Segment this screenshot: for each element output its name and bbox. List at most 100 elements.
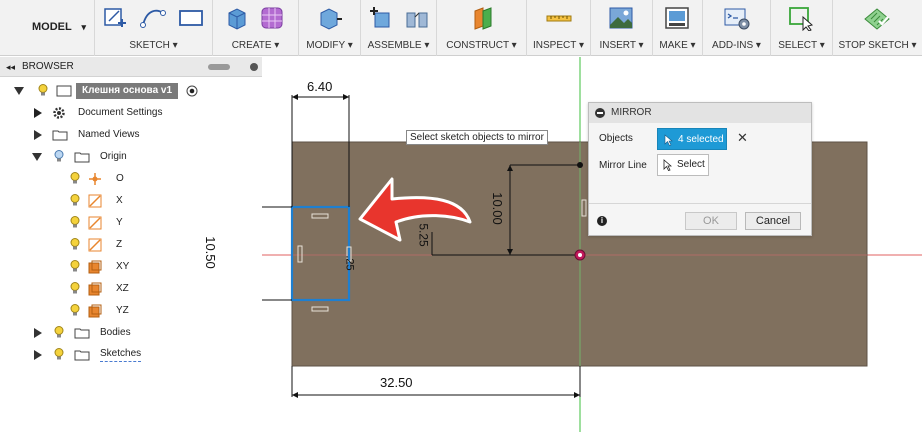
browser-item-xy-plane[interactable]: XY (0, 257, 262, 277)
plane-icon (88, 282, 102, 296)
objects-selection-button[interactable]: 4 selected (657, 128, 727, 150)
selection-tooltip: Select sketch objects to mirror (406, 130, 548, 145)
expand-triangle-icon[interactable] (14, 87, 24, 95)
visibility-bulb-icon[interactable] (70, 194, 80, 206)
toolbar-group-addins[interactable]: ADD-INS ▾ (702, 0, 770, 56)
scripts-addins-icon[interactable] (723, 5, 751, 31)
browser-item-x-axis[interactable]: X (0, 191, 262, 211)
visibility-bulb-icon[interactable] (54, 326, 64, 338)
form-icon[interactable] (259, 5, 287, 31)
dimension-label-height-left[interactable]: 10.50 (203, 236, 218, 269)
sketch-point[interactable] (577, 162, 583, 168)
axis-icon (88, 238, 102, 252)
toolbar-group-stop-sketch[interactable]: STOP SKETCH ▾ (832, 0, 922, 56)
select-icon[interactable] (787, 5, 815, 31)
expand-triangle-icon[interactable] (34, 130, 42, 140)
construct-menu-label: CONSTRUCT ▾ (446, 40, 517, 51)
insert-image-icon[interactable] (607, 5, 635, 31)
toolbar-group-make[interactable]: MAKE ▾ (652, 0, 702, 56)
create-sketch-icon[interactable] (101, 5, 129, 31)
toolbar-group-assemble[interactable]: ASSEMBLE ▾ (360, 0, 436, 56)
dimension-label-height-mid[interactable]: 10.00 (490, 192, 505, 225)
visibility-bulb-icon[interactable] (54, 150, 64, 162)
browser-item-origin-point[interactable]: O (0, 169, 262, 189)
clear-selection-icon[interactable]: ✕ (737, 130, 748, 146)
visibility-bulb-icon[interactable] (70, 282, 80, 294)
browser-item-named-views[interactable]: Named Views (0, 125, 262, 145)
activate-radio-icon[interactable] (186, 85, 198, 97)
dimension-label-width-top[interactable]: 6.40 (307, 79, 332, 94)
mirror-dialog-footer: i OK Cancel (589, 203, 811, 235)
toolbar-group-sketch[interactable]: SKETCH ▾ (94, 0, 212, 56)
joint-icon[interactable] (403, 5, 431, 31)
toolbar-group-construct[interactable]: CONSTRUCT ▾ (436, 0, 526, 56)
panel-resize-handle[interactable] (208, 64, 230, 70)
workspace-mode-dropdown[interactable]: MODEL ▾ (8, 16, 92, 38)
browser-item-label: XY (116, 261, 130, 272)
ok-button[interactable]: OK (685, 212, 737, 230)
browser-item-label: Named Views (78, 129, 140, 140)
dimension-label-small-b[interactable]: .25 (344, 255, 356, 270)
browser-item-yz-plane[interactable]: YZ (0, 301, 262, 321)
cancel-button[interactable]: Cancel (745, 212, 801, 230)
plane-icon (88, 260, 102, 274)
visibility-bulb-icon[interactable] (54, 348, 64, 360)
measure-icon[interactable] (545, 5, 573, 31)
visibility-bulb-icon[interactable] (70, 172, 80, 184)
chevron-down-icon: ▾ (81, 22, 86, 32)
browser-item-y-axis[interactable]: Y (0, 213, 262, 233)
objects-selection-count: 4 selected (678, 134, 724, 145)
info-icon[interactable]: i (597, 216, 607, 226)
insert-menu-label: INSERT ▾ (599, 40, 644, 51)
toolbar-group-create[interactable]: CREATE ▾ (212, 0, 298, 56)
toolbar-group-select[interactable]: SELECT ▾ (770, 0, 832, 56)
addins-menu-label: ADD-INS ▾ (712, 40, 761, 51)
collapse-dialog-icon[interactable] (595, 108, 605, 118)
mirror-line-select-button[interactable]: Select (657, 154, 709, 176)
browser-item-xz-plane[interactable]: XZ (0, 279, 262, 299)
browser-item-z-axis[interactable]: Z (0, 235, 262, 255)
folder-icon (74, 350, 90, 361)
browser-header: ◂◂ BROWSER (0, 57, 262, 77)
browser-item-sketches[interactable]: Sketches (0, 345, 262, 365)
mirror-dialog-header[interactable]: MIRROR (589, 103, 811, 123)
visibility-bulb-icon[interactable] (70, 216, 80, 228)
collapse-panel-icon[interactable]: ◂◂ (6, 57, 15, 77)
extrude-icon[interactable] (223, 5, 251, 31)
visibility-bulb-icon[interactable] (38, 84, 48, 96)
rectangle-icon[interactable] (177, 5, 205, 31)
select-menu-label: SELECT ▾ (778, 40, 825, 51)
cursor-arrow-icon (664, 134, 673, 146)
axis-icon (88, 194, 102, 208)
pin-icon[interactable] (250, 63, 258, 71)
finish-sketch-icon[interactable] (863, 5, 891, 31)
expand-triangle-icon[interactable] (34, 350, 42, 360)
browser-item-label: X (116, 195, 123, 206)
press-pull-icon[interactable] (315, 5, 343, 31)
toolbar-group-inspect[interactable]: INSPECT ▾ (526, 0, 590, 56)
offset-plane-icon[interactable] (469, 5, 497, 31)
browser-item-label: Z (116, 239, 123, 250)
line-icon[interactable] (139, 5, 167, 31)
expand-triangle-icon[interactable] (32, 153, 42, 161)
browser-item-origin[interactable]: Origin (0, 147, 262, 167)
toolbar-group-insert[interactable]: INSERT ▾ (590, 0, 652, 56)
browser-item-bodies[interactable]: Bodies (0, 323, 262, 343)
visibility-bulb-icon[interactable] (70, 260, 80, 272)
visibility-bulb-icon[interactable] (70, 304, 80, 316)
toolbar-group-modify[interactable]: MODIFY ▾ (298, 0, 360, 56)
expand-triangle-icon[interactable] (34, 328, 42, 338)
workspace-mode-label: MODEL (32, 21, 72, 33)
dimension-label-small-a[interactable]: 5.25 (417, 223, 431, 246)
visibility-bulb-icon[interactable] (70, 238, 80, 250)
browser-item-label: Y (116, 217, 123, 228)
dimension-label-width-bottom[interactable]: 32.50 (380, 375, 413, 390)
expand-triangle-icon[interactable] (34, 108, 42, 118)
browser-item-label: Sketches (100, 347, 142, 362)
browser-item-label: YZ (116, 305, 129, 316)
browser-item-document-settings[interactable]: Document Settings (0, 103, 262, 123)
browser-root-row[interactable]: Клешня основа v1 (0, 81, 262, 101)
mirror-dialog: MIRROR Objects 4 selected ✕ Mirror Line … (588, 102, 812, 236)
new-component-icon[interactable] (367, 5, 395, 31)
3d-print-icon[interactable] (663, 5, 691, 31)
